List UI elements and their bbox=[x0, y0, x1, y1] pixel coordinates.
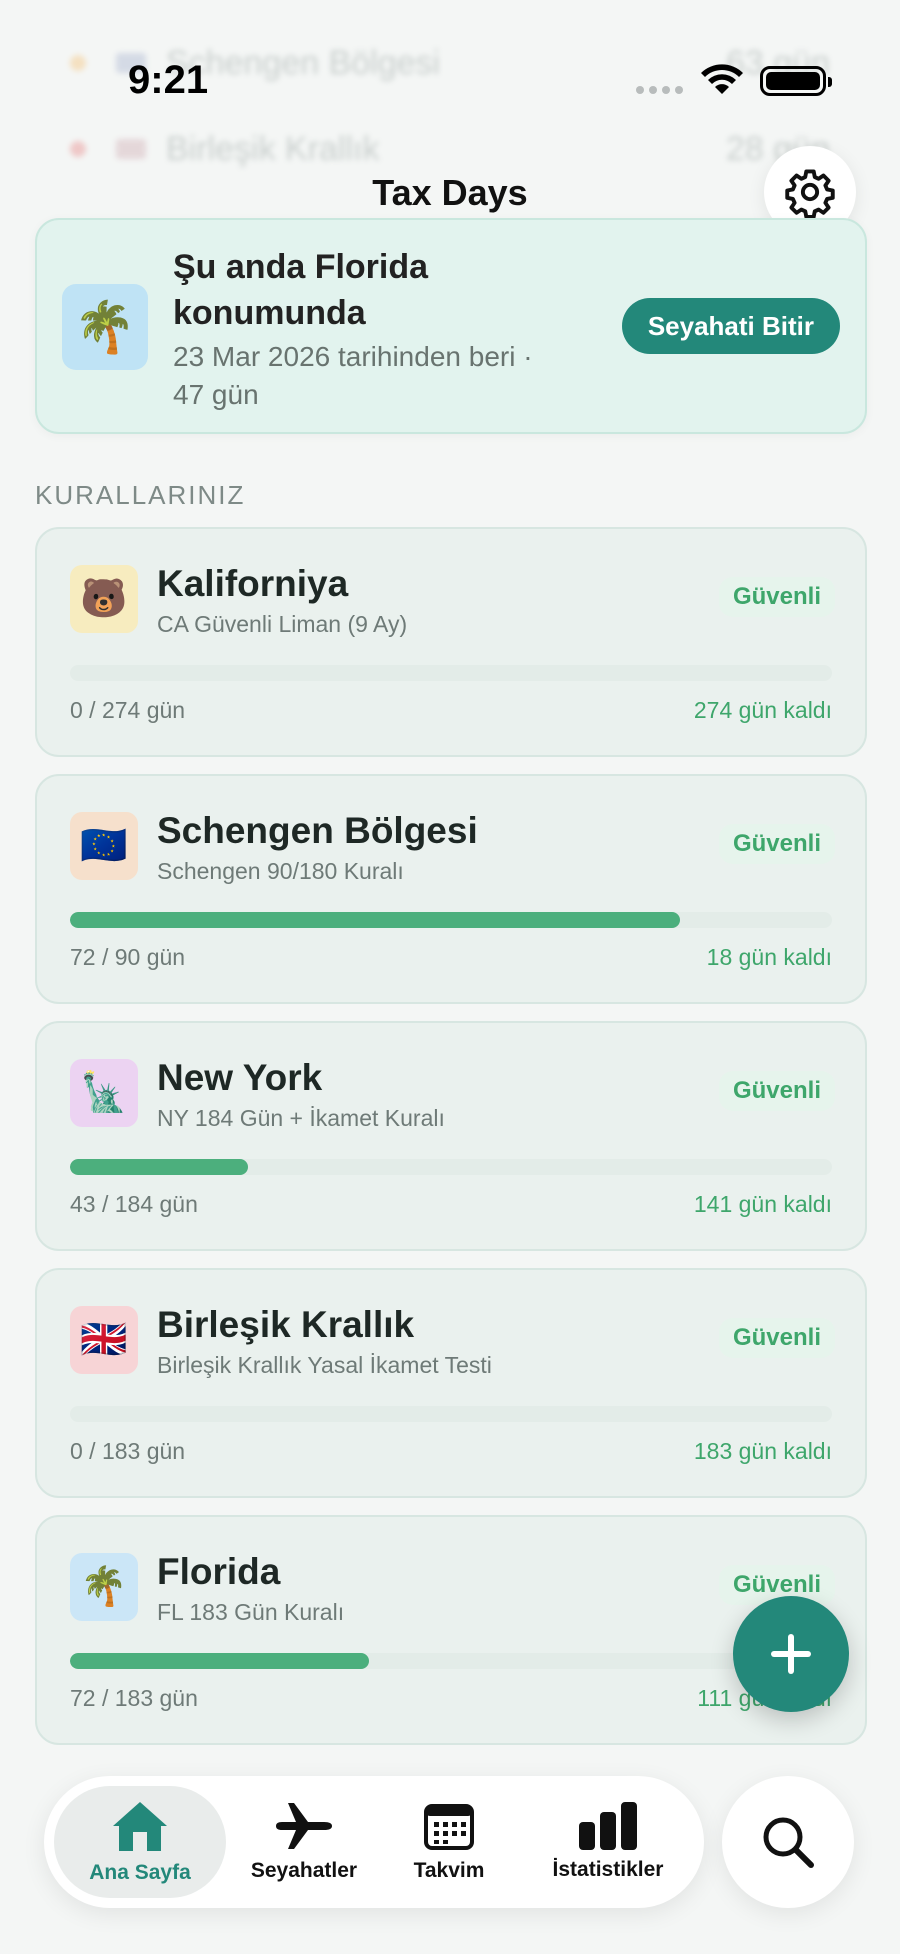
airplane-icon bbox=[276, 1803, 332, 1849]
calendar-icon bbox=[424, 1804, 474, 1850]
progress-track bbox=[70, 1406, 832, 1422]
rule-card-california[interactable]: 🐻 Kaliforniya CA Güvenli Liman (9 Ay) Gü… bbox=[35, 527, 867, 757]
days-used: 72 / 90 gün bbox=[70, 944, 186, 970]
flag-icon bbox=[116, 139, 146, 159]
current-location-heading: Şu anda Florida konumunda bbox=[173, 248, 429, 332]
progress-fill bbox=[70, 1159, 249, 1175]
search-button[interactable] bbox=[722, 1776, 854, 1908]
gear-icon bbox=[785, 169, 835, 218]
rule-description: FL 183 Gün Kuralı bbox=[157, 1599, 345, 1625]
status-badge: Güvenli bbox=[718, 1071, 835, 1111]
status-badge: Güvenli bbox=[718, 1318, 835, 1358]
current-location-text: Şu anda Florida konumunda 23 Mar 2026 ta… bbox=[173, 244, 593, 414]
background-row-label: Birleşik Krallık bbox=[166, 129, 380, 168]
cellular-signal-icon bbox=[636, 86, 683, 94]
days-count: 47 gün bbox=[173, 379, 259, 410]
rule-description: NY 184 Gün + İkamet Kuralı bbox=[157, 1105, 445, 1131]
wifi-icon bbox=[700, 62, 744, 101]
days-used: 43 / 184 gün bbox=[70, 1191, 198, 1217]
eu-flag-icon: 🇪🇺 bbox=[70, 812, 138, 880]
progress-fill bbox=[70, 1653, 370, 1669]
add-button[interactable] bbox=[733, 1596, 849, 1712]
progress-fill bbox=[70, 912, 680, 928]
days-used: 72 / 183 gün bbox=[70, 1685, 198, 1711]
rule-name: Florida bbox=[157, 1551, 281, 1592]
home-icon bbox=[113, 1802, 167, 1851]
tab-bar: Ana Sayfa Seyahatler Takvim İstatistikle… bbox=[44, 1776, 704, 1908]
tab-label: Seyahatler bbox=[250, 1859, 358, 1882]
rule-name: New York bbox=[157, 1057, 323, 1098]
status-badge: Güvenli bbox=[718, 824, 835, 864]
end-trip-button[interactable]: Seyahati Bitir bbox=[621, 298, 840, 354]
bear-icon: 🐻 bbox=[70, 565, 138, 633]
days-used: 0 / 183 gün bbox=[70, 1438, 186, 1464]
days-remaining: 141 gün kaldı bbox=[693, 1191, 832, 1217]
rule-name: Schengen Bölgesi bbox=[157, 810, 478, 851]
bar-chart-icon bbox=[579, 1802, 637, 1850]
rules-list: 🐻 Kaliforniya CA Güvenli Liman (9 Ay) Gü… bbox=[35, 527, 867, 1762]
days-used: 0 / 274 gün bbox=[70, 697, 186, 723]
rule-name: Birleşik Krallık bbox=[157, 1304, 415, 1345]
progress-track bbox=[70, 1159, 832, 1175]
days-remaining: 274 gün kaldı bbox=[693, 697, 832, 723]
days-remaining: 18 gün kaldı bbox=[706, 944, 832, 970]
current-location-since: 23 Mar 2026 tarihinden beri · 47 gün bbox=[173, 338, 593, 414]
plus-icon bbox=[771, 1634, 811, 1674]
tab-label: İstatistikler bbox=[552, 1858, 664, 1881]
battery-icon bbox=[760, 66, 832, 96]
status-badge: Güvenli bbox=[718, 577, 835, 617]
rule-description: Birleşik Krallık Yasal İkamet Testi bbox=[157, 1352, 492, 1378]
rule-description: Schengen 90/180 Kuralı bbox=[157, 858, 404, 884]
search-icon bbox=[763, 1817, 814, 1868]
rule-card-new-york[interactable]: 🗽 New York NY 184 Gün + İkamet Kuralı Gü… bbox=[35, 1021, 867, 1251]
progress-track bbox=[70, 1653, 832, 1669]
rule-card-united-kingdom[interactable]: 🇬🇧 Birleşik Krallık Birleşik Krallık Yas… bbox=[35, 1268, 867, 1498]
statue-of-liberty-icon: 🗽 bbox=[70, 1059, 138, 1127]
palm-tree-icon: 🌴 bbox=[62, 284, 148, 370]
status-time: 9:21 bbox=[128, 58, 209, 102]
rule-description: CA Güvenli Liman (9 Ay) bbox=[157, 611, 408, 637]
tab-calendar[interactable]: Takvim bbox=[384, 1786, 514, 1898]
since-date: 23 Mar 2026 tarihinden beri · bbox=[173, 341, 533, 372]
status-dot bbox=[70, 141, 86, 157]
days-remaining: 183 gün kaldı bbox=[693, 1438, 832, 1464]
rule-name: Kaliforniya bbox=[157, 563, 349, 604]
palm-tree-icon: 🌴 bbox=[70, 1553, 138, 1621]
tab-label: Takvim bbox=[413, 1859, 485, 1882]
tab-trips[interactable]: Seyahatler bbox=[234, 1786, 374, 1898]
status-bar: 9:21 bbox=[0, 0, 900, 120]
uk-flag-icon: 🇬🇧 bbox=[70, 1306, 138, 1374]
rule-card-schengen[interactable]: 🇪🇺 Schengen Bölgesi Schengen 90/180 Kura… bbox=[35, 774, 867, 1004]
section-label-rules: KURALLARINIZ bbox=[35, 480, 246, 510]
progress-track bbox=[70, 665, 832, 681]
tab-home[interactable]: Ana Sayfa bbox=[54, 1786, 226, 1898]
tab-label: Ana Sayfa bbox=[89, 1861, 191, 1884]
current-location-card: 🌴 Şu anda Florida konumunda 23 Mar 2026 … bbox=[35, 218, 867, 434]
tab-statistics[interactable]: İstatistikler bbox=[522, 1786, 694, 1898]
progress-track bbox=[70, 912, 832, 928]
